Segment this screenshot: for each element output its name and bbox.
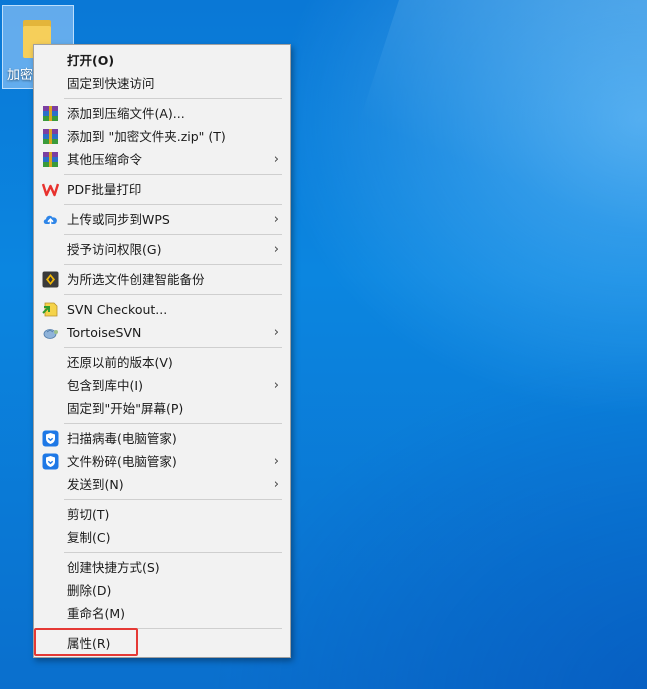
menu-separator (64, 499, 282, 500)
menu-item-label: 固定到"开始"屏幕(P) (67, 401, 184, 416)
chevron-right-icon: › (273, 378, 279, 393)
menu-item-pin-quick-access[interactable]: 固定到快速访问 (36, 72, 288, 95)
menu-item-other-compress[interactable]: 其他压缩命令 › (36, 148, 288, 171)
menu-item-smart-backup[interactable]: 为所选文件创建智能备份 (36, 268, 288, 291)
menu-item-label: 剪切(T) (67, 507, 110, 522)
shield-icon (42, 453, 59, 470)
menu-item-label: 创建快捷方式(S) (67, 560, 160, 575)
menu-item-virus-scan[interactable]: 扫描病毒(电脑管家) (36, 427, 288, 450)
menu-separator (64, 347, 282, 348)
menu-separator (64, 98, 282, 99)
chevron-right-icon: › (273, 152, 279, 167)
menu-item-include-in-library[interactable]: 包含到库中(I) › (36, 374, 288, 397)
menu-item-pdf-batch-print[interactable]: PDF批量打印 (36, 178, 288, 201)
menu-item-label: 添加到压缩文件(A)... (67, 106, 185, 121)
menu-item-label: 添加到 "加密文件夹.zip" (T) (67, 129, 226, 144)
menu-item-tortoisesvn[interactable]: TortoiseSVN › (36, 321, 288, 344)
menu-item-restore-versions[interactable]: 还原以前的版本(V) (36, 351, 288, 374)
chevron-right-icon: › (273, 477, 279, 492)
cloud-upload-icon (43, 215, 57, 226)
chevron-right-icon: › (273, 454, 279, 469)
menu-item-label: 扫描病毒(电脑管家) (67, 431, 177, 446)
wallpaper-light-beam (301, 0, 647, 300)
context-menu: 打开(O) 固定到快速访问 添加到压缩文件(A)... 添加到 "加密文件夹.z… (33, 44, 291, 658)
menu-item-label: SVN Checkout... (67, 302, 168, 317)
menu-item-cut[interactable]: 剪切(T) (36, 503, 288, 526)
wps-logo-icon (42, 183, 59, 197)
menu-item-label: 上传或同步到WPS (67, 212, 170, 227)
menu-item-svn-checkout[interactable]: SVN Checkout... (36, 298, 288, 321)
menu-item-label: 固定到快速访问 (67, 76, 155, 91)
menu-separator (64, 423, 282, 424)
menu-item-label: 其他压缩命令 (67, 152, 143, 167)
menu-separator (64, 174, 282, 175)
winrar-archive-icon (43, 152, 58, 167)
backup-icon (42, 271, 59, 288)
menu-item-add-to-archive[interactable]: 添加到压缩文件(A)... (36, 102, 288, 125)
menu-item-label: 文件粉碎(电脑管家) (67, 454, 177, 469)
menu-item-upload-wps[interactable]: 上传或同步到WPS › (36, 208, 288, 231)
menu-item-label: 打开(O) (67, 53, 115, 68)
svn-checkout-icon (42, 302, 58, 317)
menu-item-label: 重命名(M) (67, 606, 126, 621)
menu-item-label: 删除(D) (67, 583, 112, 598)
tortoise-icon (43, 329, 58, 339)
menu-separator (64, 552, 282, 553)
properties-highlight-box (34, 628, 138, 656)
menu-item-label: 发送到(N) (67, 477, 124, 492)
chevron-right-icon: › (273, 212, 279, 227)
menu-item-label: 授予访问权限(G) (67, 242, 162, 257)
menu-item-label: 还原以前的版本(V) (67, 355, 173, 370)
desktop-icon-label: 加密 (7, 68, 34, 83)
menu-item-copy[interactable]: 复制(C) (36, 526, 288, 549)
shield-icon (42, 430, 59, 447)
menu-item-open[interactable]: 打开(O) (36, 49, 288, 72)
menu-item-delete[interactable]: 删除(D) (36, 579, 288, 602)
menu-separator (64, 204, 282, 205)
menu-item-label: TortoiseSVN (67, 325, 142, 340)
menu-item-give-access[interactable]: 授予访问权限(G) › (36, 238, 288, 261)
winrar-archive-icon (43, 129, 58, 144)
menu-item-file-shred[interactable]: 文件粉碎(电脑管家) › (36, 450, 288, 473)
menu-item-label: PDF批量打印 (67, 182, 142, 197)
menu-item-create-shortcut[interactable]: 创建快捷方式(S) (36, 556, 288, 579)
menu-item-pin-to-start[interactable]: 固定到"开始"屏幕(P) (36, 397, 288, 420)
menu-separator (64, 264, 282, 265)
menu-separator (64, 234, 282, 235)
chevron-right-icon: › (273, 242, 279, 257)
winrar-archive-icon (43, 106, 58, 121)
chevron-right-icon: › (273, 325, 279, 340)
menu-item-label: 复制(C) (67, 530, 111, 545)
menu-separator (64, 294, 282, 295)
menu-item-label: 包含到库中(I) (67, 378, 143, 393)
menu-item-rename[interactable]: 重命名(M) (36, 602, 288, 625)
menu-item-send-to[interactable]: 发送到(N) › (36, 473, 288, 496)
menu-item-add-to-zip[interactable]: 添加到 "加密文件夹.zip" (T) (36, 125, 288, 148)
menu-item-label: 为所选文件创建智能备份 (67, 272, 205, 287)
